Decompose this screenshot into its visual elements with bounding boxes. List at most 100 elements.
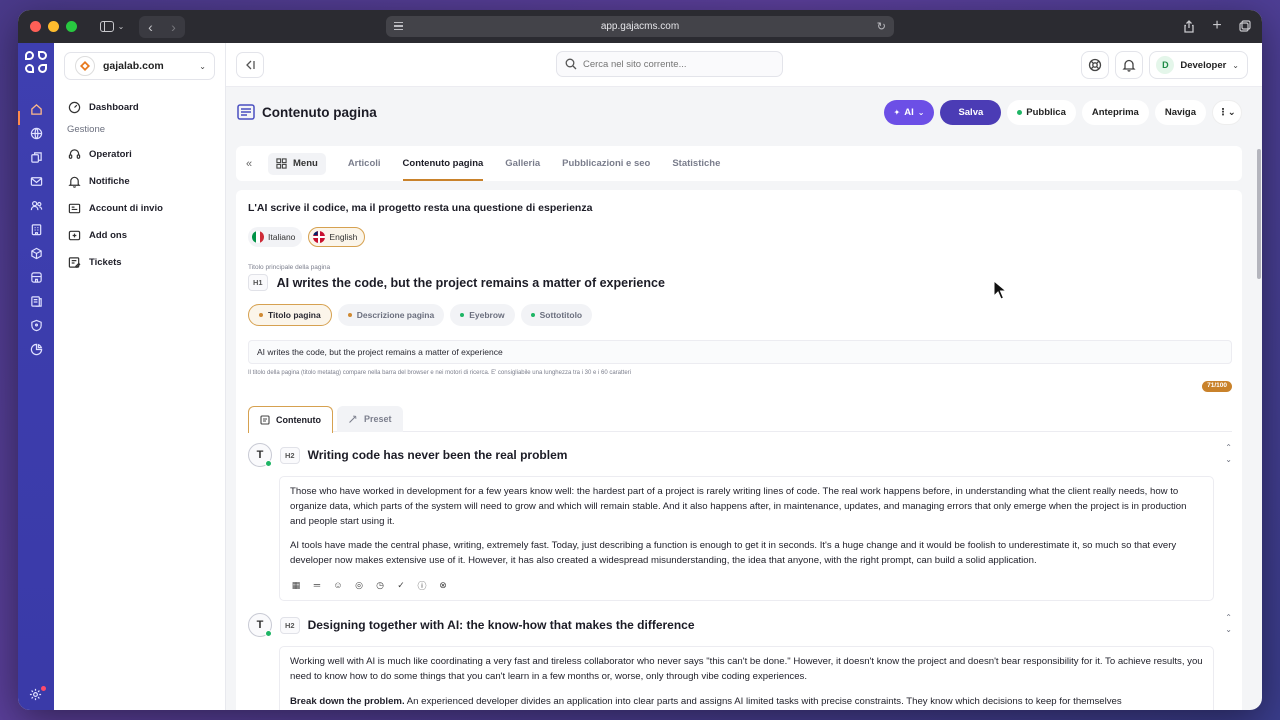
tab-contenuto[interactable]: Contenuto xyxy=(248,406,333,433)
page-menu-icon[interactable] xyxy=(394,22,403,32)
wand-icon xyxy=(349,415,357,423)
page-title: Contenuto pagina xyxy=(262,104,377,120)
sidebar-item-notifiche[interactable]: Notifiche xyxy=(64,171,215,191)
chevron-down-icon[interactable]: ⌄ xyxy=(1225,624,1232,636)
minimize-window-button[interactable] xyxy=(48,21,59,32)
text-block-icon[interactable]: T xyxy=(248,613,272,637)
info-icon[interactable]: ⓘ xyxy=(416,579,428,592)
site-name: gajalab.com xyxy=(103,60,164,72)
tab-galleria[interactable]: Galleria xyxy=(505,146,540,181)
cube-icon[interactable] xyxy=(26,245,46,261)
block-text-editor[interactable]: Those who have worked in development for… xyxy=(279,476,1214,601)
block-text-editor[interactable]: Working well with AI is much like coordi… xyxy=(279,646,1214,710)
navigate-button[interactable]: Naviga xyxy=(1154,100,1206,125)
paragraph[interactable]: AI tools have made the central phase, wr… xyxy=(290,539,1203,569)
tab-articoli[interactable]: Articoli xyxy=(348,146,381,181)
preview-button[interactable]: Anteprima xyxy=(1081,100,1149,125)
sidebar-item-account-di-invio[interactable]: Account di invio xyxy=(64,198,215,218)
publish-button[interactable]: Pubblica xyxy=(1007,100,1076,125)
block-heading[interactable]: Writing code has never been the real pro… xyxy=(308,448,568,462)
emoji-icon[interactable]: ☺ xyxy=(332,580,344,590)
meta-tab-titolo-pagina[interactable]: Titolo pagina xyxy=(248,304,332,326)
zoom-window-button[interactable] xyxy=(66,21,77,32)
shield-icon[interactable] xyxy=(26,317,46,333)
divider-icon[interactable]: ═ xyxy=(311,580,323,590)
page-header: Contenuto pagina ✦ AI ⌄ Salva Pubblica A… xyxy=(236,87,1242,137)
meta-title-input[interactable]: AI writes the code, but the project rema… xyxy=(248,340,1232,364)
meta-tab-label: Titolo pagina xyxy=(268,310,321,320)
support-button[interactable] xyxy=(1081,51,1110,79)
pages-icon[interactable] xyxy=(26,149,46,165)
chevron-up-icon[interactable]: ⌃ xyxy=(1225,442,1232,454)
collapse-sidebar-button[interactable] xyxy=(236,51,264,78)
chevron-down-icon: ⌄ xyxy=(917,108,925,117)
chevron-up-icon[interactable]: ⌃ xyxy=(1225,612,1232,624)
sidebar-item-tickets[interactable]: Tickets xyxy=(64,252,215,272)
table-icon[interactable]: ▦ xyxy=(290,580,302,591)
user-menu-button[interactable]: D Developer ⌄ xyxy=(1149,51,1248,79)
tab-pubblicazioni-e-seo[interactable]: Pubblicazioni e seo xyxy=(562,146,650,181)
bold-lead: Break down the problem. xyxy=(290,695,405,707)
ai-button[interactable]: ✦ AI ⌄ xyxy=(883,100,935,125)
check-icon[interactable]: ✓ xyxy=(395,580,407,591)
site-search[interactable] xyxy=(556,51,783,77)
users-icon[interactable] xyxy=(26,197,46,213)
close-window-button[interactable] xyxy=(30,21,41,32)
globe-icon[interactable] xyxy=(26,125,46,141)
building-icon[interactable] xyxy=(26,221,46,237)
mail-icon[interactable] xyxy=(26,173,46,189)
new-tab-icon[interactable]: + xyxy=(1210,16,1224,36)
sidebar-item-dashboard[interactable]: Dashboard xyxy=(64,97,215,117)
paragraph-rest: An experienced developer divides an appl… xyxy=(404,695,1122,707)
tab-preset[interactable]: Preset xyxy=(337,406,403,432)
meta-tab-eyebrow[interactable]: Eyebrow xyxy=(450,304,515,326)
bell-icon xyxy=(67,174,81,188)
language-switcher: Italiano English xyxy=(248,227,366,247)
lang-italiano[interactable]: Italiano xyxy=(248,227,303,247)
paragraph[interactable]: Working well with AI is much like coordi… xyxy=(290,655,1203,685)
h1-text[interactable]: AI writes the code, but the project rema… xyxy=(277,276,665,290)
tab-overview-icon[interactable] xyxy=(1238,16,1252,36)
meta-tab-sottotitolo[interactable]: Sottotitolo xyxy=(520,304,593,326)
tab-contenuto-pagina[interactable]: Contenuto pagina xyxy=(402,146,483,181)
sidebar-item-label: Dashboard xyxy=(89,101,139,113)
settings-gear-icon[interactable] xyxy=(29,686,46,702)
more-options-button[interactable]: ⋮⌄ xyxy=(1212,100,1242,125)
sparkle-icon: ✦ xyxy=(893,108,901,117)
home-icon[interactable] xyxy=(26,101,46,117)
clock-icon[interactable]: ◷ xyxy=(374,580,386,591)
browser-forward-button[interactable]: › xyxy=(162,16,185,38)
paragraph[interactable]: Break down the problem. An experienced d… xyxy=(290,695,1203,710)
address-bar[interactable]: app.gajacms.com ↻ xyxy=(386,16,894,37)
lang-english[interactable]: English xyxy=(308,227,366,247)
tab-statistiche[interactable]: Statistiche xyxy=(672,146,720,181)
store-icon[interactable] xyxy=(26,269,46,285)
analytics-icon[interactable] xyxy=(26,341,46,357)
notifications-button[interactable] xyxy=(1115,51,1144,79)
text-block-icon[interactable]: T xyxy=(248,443,272,467)
block-heading[interactable]: Designing together with AI: the know-how… xyxy=(308,618,695,632)
site-selector[interactable]: gajalab.com ⌄ xyxy=(64,52,215,80)
sidebar-item-operatori[interactable]: Operatori xyxy=(64,144,215,164)
browser-back-button[interactable]: ‹ xyxy=(139,16,162,38)
at-icon[interactable]: ◎ xyxy=(353,580,365,591)
documents-icon[interactable] xyxy=(26,293,46,309)
window-controls xyxy=(30,21,77,32)
search-input[interactable] xyxy=(583,58,773,70)
chevron-down-icon[interactable]: ⌄ xyxy=(1225,454,1232,466)
reload-icon[interactable]: ↻ xyxy=(877,20,886,33)
share-icon[interactable] xyxy=(1182,16,1196,36)
paragraph[interactable]: Those who have worked in development for… xyxy=(290,485,1203,529)
gaja-logo-icon[interactable] xyxy=(25,51,47,73)
meta-tab-descrizione-pagina[interactable]: Descrizione pagina xyxy=(337,304,445,326)
tab-menu[interactable]: Menu xyxy=(268,152,326,175)
sidebar-item-add-ons[interactable]: Add ons xyxy=(64,225,215,245)
scrollbar-thumb[interactable] xyxy=(1257,149,1261,279)
close-circle-icon[interactable]: ⊗ xyxy=(437,580,449,591)
save-button[interactable]: Salva xyxy=(940,100,1002,125)
editor-card: L'AI scrive il codice, ma il progetto re… xyxy=(236,190,1242,710)
double-chevron-left-icon[interactable]: « xyxy=(246,158,262,170)
browser-sidebar-toggle[interactable]: ⌄ xyxy=(95,17,129,37)
h1-row[interactable]: H1 AI writes the code, but the project r… xyxy=(248,274,665,291)
publish-label: Pubblica xyxy=(1026,107,1066,118)
